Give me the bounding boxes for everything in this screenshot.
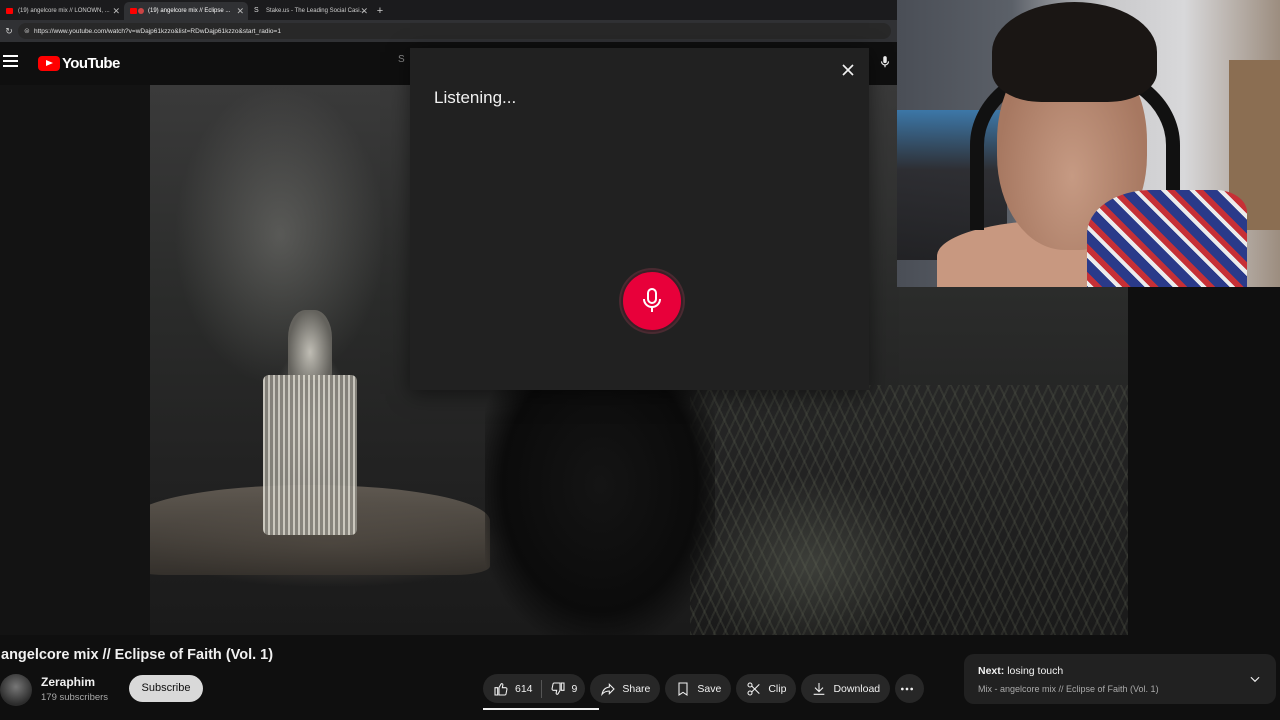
address-bar: ↻ ⊜ https://www.youtube.com/watch?v=wDaj… [0,20,897,42]
logo-text: YouTube [62,55,120,72]
tab-close-icon[interactable]: ✕ [236,2,244,20]
browser-tab-1[interactable]: (19) angelcore mix // LONOWN, ... ✕ [0,2,124,20]
voice-search-dialog: Listening... [410,48,869,390]
youtube-play-icon [38,56,60,71]
like-icon[interactable] [493,681,509,697]
youtube-favicon-icon [6,8,13,14]
like-count[interactable]: 614 [515,683,533,695]
mic-icon [643,288,661,312]
tab-title: Stake.us - The Leading Social Casi... [266,8,365,14]
tab-close-icon[interactable]: ✕ [360,2,368,20]
tab-title: (19) angelcore mix // Eclipse ... [148,8,231,14]
recording-indicator-icon [138,8,144,14]
video-title: angelcore mix // Eclipse of Faith (Vol. … [1,647,274,663]
reload-icon[interactable]: ↻ [0,26,18,37]
video-frame-plants [690,385,1128,635]
url-text: https://www.youtube.com/watch?v=wDajp61k… [34,27,281,35]
webcam-hair [992,2,1157,102]
like-divider [540,679,542,698]
voice-search-mic-icon[interactable] [878,54,892,70]
more-actions-button[interactable] [895,674,925,703]
youtube-logo[interactable]: YouTube [38,55,120,72]
chevron-down-icon[interactable] [1248,672,1262,686]
avatar[interactable] [0,674,32,706]
clip-icon [747,681,761,696]
browser-tab-2[interactable]: (19) angelcore mix // Eclipse ... ✕ [124,2,248,20]
video-frame-fountain-top [288,310,332,380]
listening-status: Listening... [434,88,517,107]
youtube-favicon-icon [130,8,137,14]
channel-name[interactable]: Zeraphim [41,675,95,689]
tab-title: (19) angelcore mix // LONOWN, ... [18,8,110,14]
video-actions: 614 9 Share Save Clip Download [483,674,929,703]
clip-label: Clip [768,682,787,695]
stake-favicon-icon: S [254,7,259,14]
mic-button[interactable] [621,270,683,332]
browser-tab-bar: (19) angelcore mix // LONOWN, ... ✕ (19)… [0,0,897,20]
save-icon [678,681,688,696]
subscribe-button[interactable]: Subscribe [129,675,203,702]
next-up-card[interactable]: Next: losing touch Mix - angelcore mix /… [964,654,1276,704]
close-icon[interactable] [838,60,858,80]
like-ratio-bar [483,708,599,710]
video-frame-figure [485,385,715,635]
video-frame-fountain [263,375,357,535]
download-label: Download [833,682,881,695]
save-label: Save [697,682,722,695]
dislike-count[interactable]: 9 [572,683,578,695]
tab-close-icon[interactable]: ✕ [112,2,120,20]
share-icon [601,682,616,696]
url-field[interactable]: ⊜ https://www.youtube.com/watch?v=wDajp6… [18,23,891,39]
webcam-overlay [897,0,1280,287]
search-input-edge[interactable]: S [398,54,405,65]
next-up-prefix: Next: [978,665,1005,677]
next-up-playlist: Mix - angelcore mix // Eclipse of Faith … [978,684,1159,694]
download-icon [814,682,825,695]
dislike-icon[interactable] [550,681,566,697]
webcam-flag-blanket [1087,190,1247,287]
more-icon [900,687,913,690]
save-button[interactable]: Save [665,674,732,703]
menu-icon[interactable] [3,55,18,67]
site-info-icon[interactable]: ⊜ [24,27,34,35]
player-left-letterbox [0,85,150,635]
share-label: Share [622,682,651,695]
subscriber-count: 179 subscribers [41,692,109,703]
next-up-song: losing touch [1007,665,1064,677]
new-tab-button[interactable]: + [372,2,388,20]
like-dislike-group: 614 9 [483,674,586,703]
browser-tab-3[interactable]: S Stake.us - The Leading Social Casi... … [248,2,372,20]
next-up-title: Next: losing touch [978,665,1063,677]
download-button[interactable]: Download [801,674,891,703]
share-button[interactable]: Share [590,674,661,703]
clip-button[interactable]: Clip [736,674,797,703]
